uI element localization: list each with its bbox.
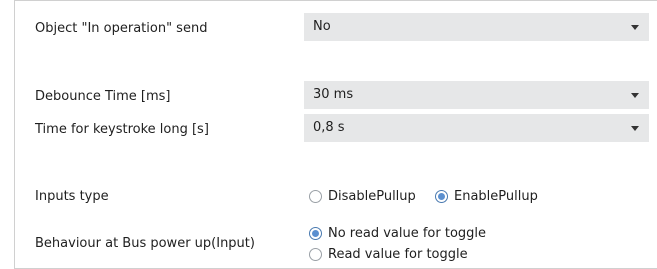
debounce-time-label: Debounce Time [ms] [35, 89, 171, 104]
keystroke-long-label: Time for keystroke long [s] [35, 122, 209, 137]
keystroke-long-value: 0,8 s [313, 120, 345, 135]
read-value-radio[interactable]: Read value for toggle [309, 247, 468, 262]
disable-pullup-label: DisablePullup [328, 189, 416, 204]
radio-button-icon [309, 227, 322, 240]
inputs-type-label: Inputs type [35, 189, 109, 204]
enable-pullup-label: EnablePullup [454, 189, 538, 204]
read-value-label: Read value for toggle [328, 247, 468, 262]
in-operation-label: Object "In operation" send [35, 21, 208, 36]
chevron-down-icon [631, 126, 639, 131]
in-operation-value: No [313, 19, 331, 34]
parameter-panel: Object "In operation" send No Debounce T… [14, 0, 657, 269]
no-read-value-label: No read value for toggle [328, 226, 487, 241]
chevron-down-icon [631, 93, 639, 98]
debounce-time-value: 30 ms [313, 87, 354, 102]
chevron-down-icon [631, 25, 639, 30]
debounce-time-dropdown[interactable]: 30 ms [304, 81, 649, 109]
no-read-value-radio[interactable]: No read value for toggle [309, 226, 486, 241]
in-operation-dropdown[interactable]: No [304, 13, 649, 41]
radio-button-icon [309, 248, 322, 261]
radio-button-icon [435, 190, 448, 203]
radio-button-icon [309, 190, 322, 203]
bus-power-up-label: Behaviour at Bus power up(Input) [35, 236, 255, 251]
keystroke-long-dropdown[interactable]: 0,8 s [304, 114, 649, 142]
disable-pullup-radio[interactable]: DisablePullup [309, 189, 416, 204]
enable-pullup-radio[interactable]: EnablePullup [435, 189, 538, 204]
